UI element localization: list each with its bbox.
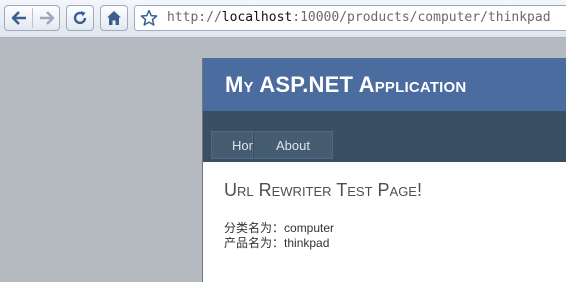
- url-host: localhost: [221, 10, 293, 25]
- site-header: My ASP.NET Application: [203, 58, 566, 111]
- browser-toolbar: http://localhost:10000/products/computer…: [0, 0, 566, 38]
- category-value: computer: [284, 221, 335, 235]
- url-prefix: http://: [167, 10, 222, 25]
- home-button[interactable]: [100, 5, 128, 31]
- home-icon: [107, 11, 121, 25]
- url-text[interactable]: http://localhost:10000/products/computer…: [167, 10, 551, 25]
- url-path: :10000/products/computer/thinkpad: [292, 10, 551, 25]
- page-heading: Url Rewriter Test Page!: [224, 180, 422, 200]
- star-icon: [140, 9, 158, 26]
- app-title: My ASP.NET Application: [225, 72, 467, 97]
- back-button[interactable]: [5, 6, 32, 30]
- back-arrow-icon: [11, 11, 26, 25]
- main-content: Url Rewriter Test Page! 分类名为：computer 产品…: [224, 180, 422, 251]
- product-value: thinkpad: [284, 236, 330, 250]
- menu-item-home[interactable]: Home: [211, 131, 267, 159]
- menu-item-about[interactable]: About: [253, 131, 333, 159]
- back-forward-group: [4, 5, 60, 31]
- product-label: 产品名为：: [224, 236, 285, 250]
- forward-button[interactable]: [33, 6, 60, 30]
- nav-menu: Home About: [211, 131, 333, 159]
- category-label: 分类名为：: [224, 221, 285, 235]
- product-line: 产品名为：thinkpad: [224, 236, 422, 251]
- reload-button[interactable]: [66, 5, 94, 31]
- menu-bar: Home About: [203, 111, 566, 162]
- reload-icon: [73, 11, 87, 25]
- category-line: 分类名为：computer: [224, 221, 422, 236]
- forward-arrow-icon: [39, 11, 54, 25]
- bookmark-star-button[interactable]: [138, 8, 160, 28]
- address-bar[interactable]: http://localhost:10000/products/computer…: [134, 5, 566, 31]
- info-block: 分类名为：computer 产品名为：thinkpad: [224, 221, 422, 251]
- web-page: My ASP.NET Application Home About Url Re…: [202, 58, 566, 282]
